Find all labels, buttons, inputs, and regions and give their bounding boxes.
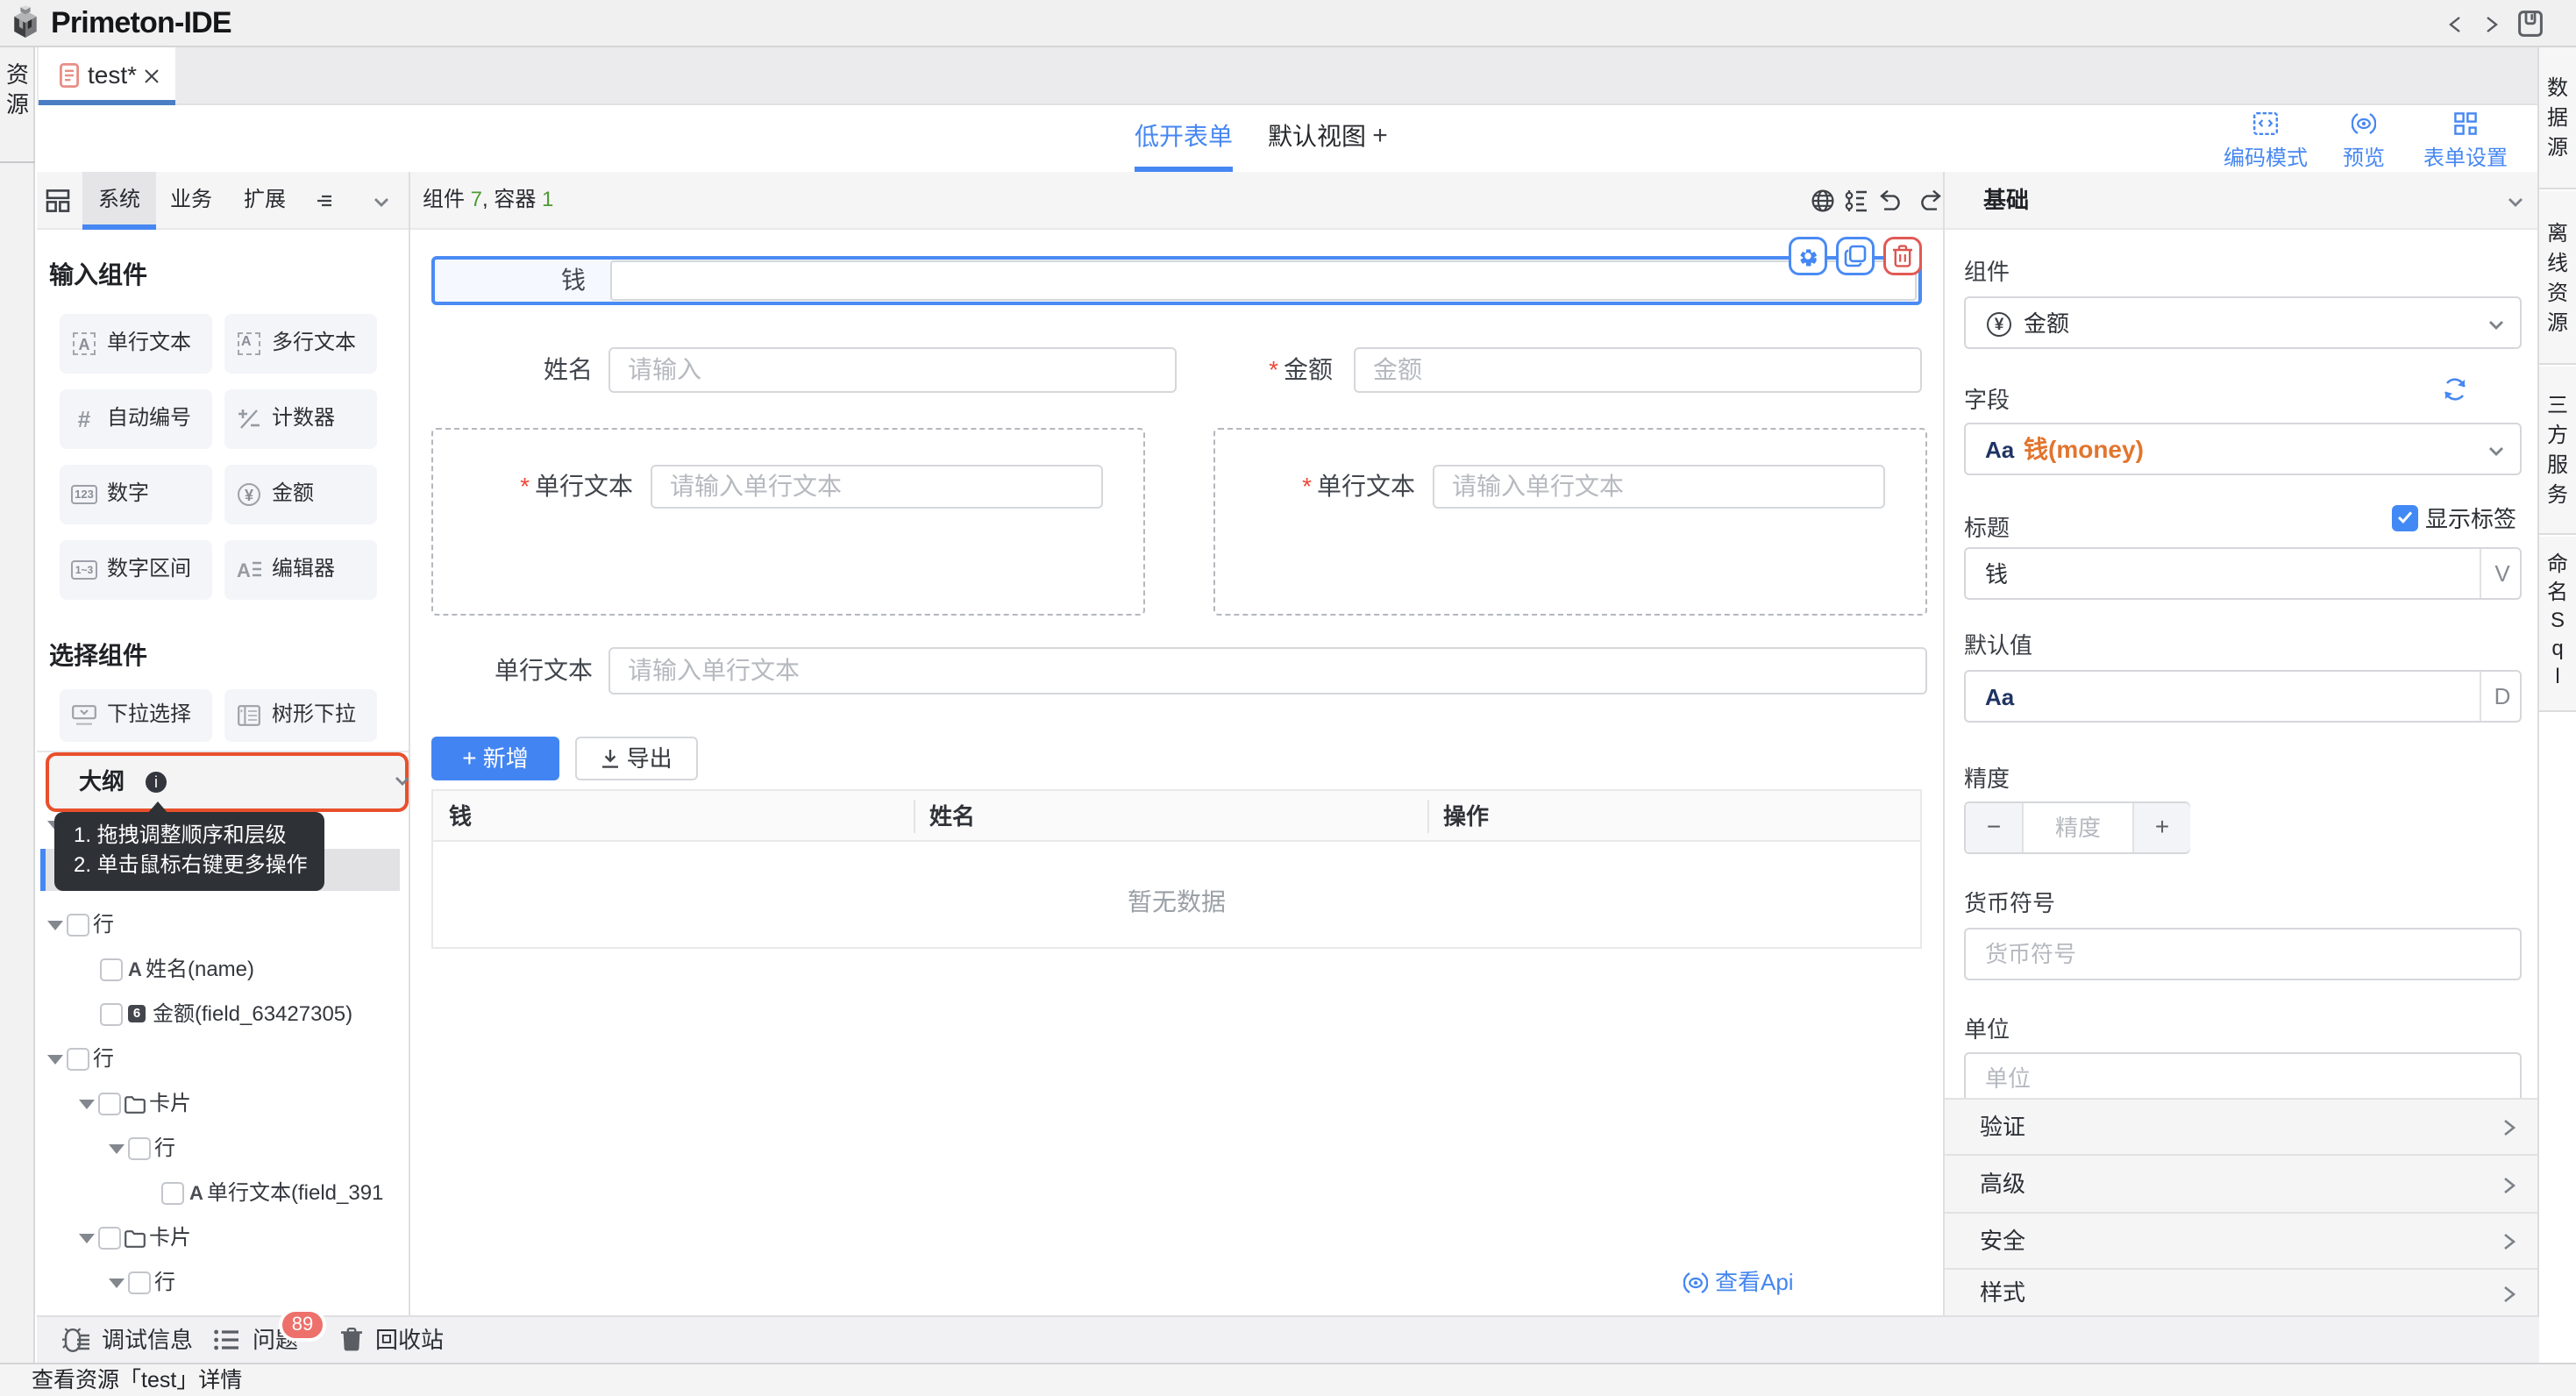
- svg-text:A: A: [237, 559, 251, 580]
